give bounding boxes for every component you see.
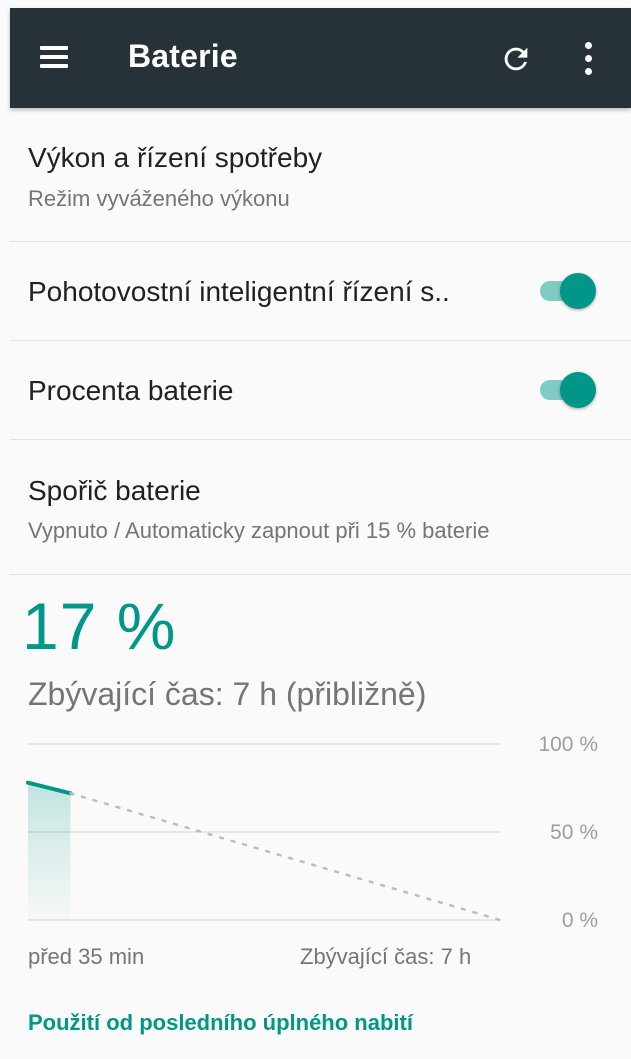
setting-title: Procenta baterie xyxy=(28,375,234,406)
y-tick-label: 100 % xyxy=(538,733,598,756)
refresh-icon[interactable] xyxy=(499,42,533,76)
setting-subtitle: Vypnuto / Automaticky zapnout při 15 % b… xyxy=(28,518,490,543)
more-vert-icon[interactable] xyxy=(580,40,596,78)
projection-line xyxy=(69,792,502,922)
battery-percent: 17 % xyxy=(22,589,177,663)
setting-title: Výkon a řízení spotřeby xyxy=(28,142,323,173)
y-tick-label: 0 % xyxy=(562,909,598,932)
setting-subtitle: Režim vyváženého výkonu xyxy=(28,186,290,211)
app-bar: Baterie xyxy=(10,8,631,108)
page-title: Baterie xyxy=(128,38,238,74)
x-start-label: před 35 min xyxy=(28,944,145,969)
menu-icon[interactable] xyxy=(40,44,70,70)
y-tick-label: 50 % xyxy=(550,821,598,844)
history-fill xyxy=(28,782,71,920)
setting-battery-saver[interactable]: Spořič baterie Vypnuto / Automaticky zap… xyxy=(10,440,631,575)
remaining-time: Zbývající čas: 7 h (přibližně) xyxy=(28,676,427,712)
setting-performance[interactable]: Výkon a řízení spotřeby Režim vyváženého… xyxy=(10,110,631,242)
toggle-thumb xyxy=(560,273,596,309)
battery-percentage-toggle[interactable] xyxy=(536,371,596,408)
battery-chart: 100 % 50 % 0 % xyxy=(26,733,598,932)
setting-battery-percentage[interactable]: Procenta baterie xyxy=(10,341,631,440)
x-end-label: Zbývající čas: 7 h xyxy=(300,944,472,969)
setting-standby-management[interactable]: Pohotovostní inteligentní řízení s.. xyxy=(10,242,631,341)
setting-title: Spořič baterie xyxy=(28,475,201,506)
setting-title: Pohotovostní inteligentní řízení s.. xyxy=(28,276,450,307)
toggle-thumb xyxy=(560,372,596,408)
standby-toggle[interactable] xyxy=(536,272,596,309)
usage-since-full-charge-link[interactable]: Použití od posledního úplného nabití xyxy=(28,1010,413,1036)
